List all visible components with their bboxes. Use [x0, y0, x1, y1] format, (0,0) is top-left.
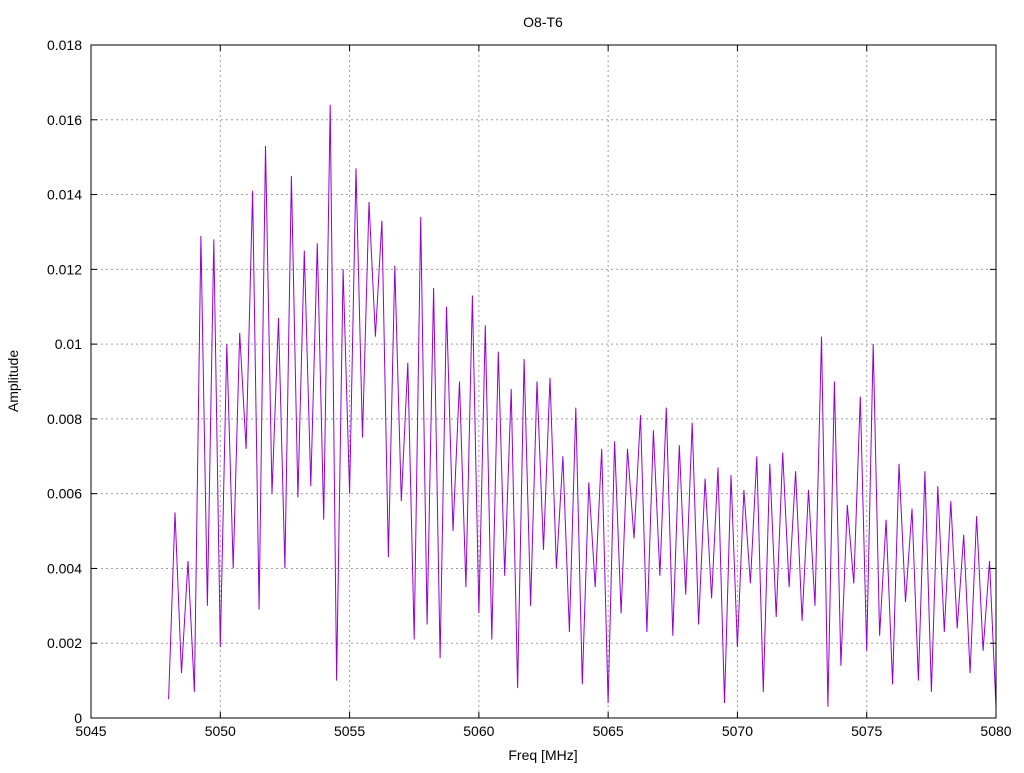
x-tick-label: 5070: [722, 723, 753, 739]
y-tick-label: 0.004: [47, 560, 82, 576]
y-tick-label: 0.006: [47, 486, 82, 502]
y-tick-label: 0.002: [47, 635, 82, 651]
series-line: [168, 104, 997, 707]
y-tick-label: 0.018: [47, 37, 82, 53]
y-tick-label: 0.012: [47, 261, 82, 277]
y-tick-label: 0.016: [47, 112, 82, 128]
x-tick-label: 5080: [980, 723, 1011, 739]
y-tick-label: 0.008: [47, 411, 82, 427]
y-tick-label: 0.01: [55, 336, 82, 352]
y-tick-label: 0.014: [47, 187, 82, 203]
y-tick-label: 0: [74, 710, 82, 726]
y-axis-label: Amplitude: [5, 350, 21, 412]
x-tick-label: 5050: [205, 723, 236, 739]
x-axis-label: Freq [MHz]: [508, 747, 577, 763]
x-tick-label: 5055: [334, 723, 365, 739]
x-tick-label: 5065: [593, 723, 624, 739]
x-tick-label: 5060: [463, 723, 494, 739]
series-layer: [168, 104, 997, 707]
grid: [91, 45, 996, 718]
chart: 5045 5050 5055 5060 5065 5070 5075 508000.0020.…: [5, 14, 1012, 763]
chart-title: O8-T6: [523, 14, 563, 30]
plot-border: [90, 44, 997, 719]
x-tick-label: 5075: [851, 723, 882, 739]
